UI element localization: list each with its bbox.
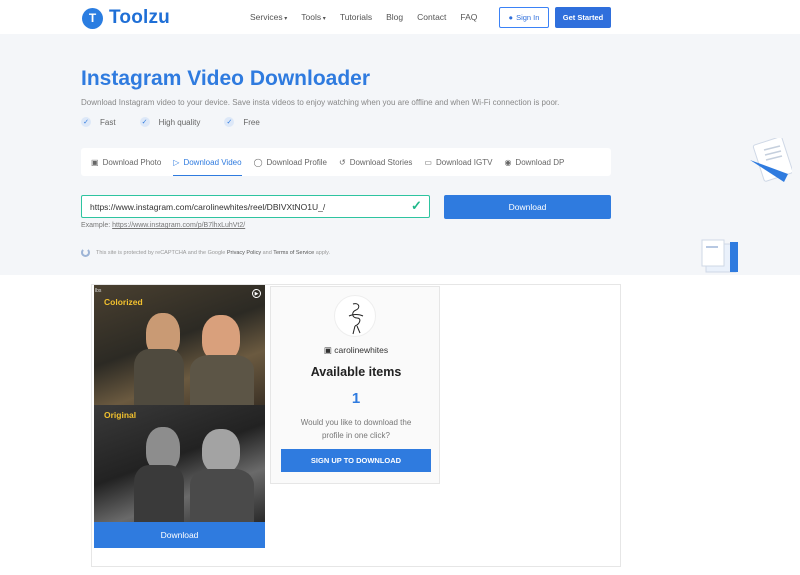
main-nav: Services Tools Tutorials Blog Contact FA…	[250, 12, 477, 22]
site-header: T Toolzu Services Tools Tutorials Blog C…	[0, 0, 800, 34]
terms-link[interactable]: Terms of Service	[273, 250, 314, 256]
tab-download-igtv[interactable]: ▭ Download IGTV	[418, 148, 498, 176]
video-label-original: Original	[104, 410, 137, 420]
avatar[interactable]	[334, 295, 376, 337]
instagram-url-input[interactable]: https://www.instagram.com/carolinewhites…	[81, 195, 430, 218]
download-profile-question: Would you like to download the profile i…	[300, 418, 412, 440]
privacy-policy-link[interactable]: Privacy Policy	[227, 250, 261, 256]
recaptcha-icon	[81, 248, 90, 257]
valid-check-icon: ✓	[411, 198, 422, 213]
download-tabs: ▣ Download Photo ▷ Download Video ◯ Down…	[81, 148, 611, 176]
logo[interactable]: T Toolzu	[82, 7, 170, 29]
logo-mark-icon: T	[82, 7, 103, 29]
nav-contact[interactable]: Contact	[417, 12, 446, 22]
feature-label: Free	[243, 117, 260, 127]
example-prefix: Example:	[81, 222, 111, 229]
tab-label: Download DP	[515, 157, 565, 167]
video-frame-original	[94, 405, 265, 522]
tab-download-dp[interactable]: ◉ Download DP	[498, 148, 570, 176]
feature-item: ✓ High quality	[139, 117, 201, 127]
logo-text: Toolzu	[109, 7, 170, 28]
recaptcha-text-after: apply.	[315, 249, 331, 256]
folder-illustration-icon	[701, 239, 738, 273]
feature-list: ✓ Fast ✓ High quality ✓ Free	[81, 117, 260, 127]
play-icon[interactable]: ▶	[252, 289, 261, 298]
tab-download-stories[interactable]: ↺ Download Stories	[333, 148, 418, 176]
feature-item: ✓ Fast	[81, 117, 116, 127]
page-title: Instagram Video Downloader	[81, 67, 371, 90]
profile-username: ▣ carolinewhites	[271, 345, 441, 356]
recaptcha-notice: This site is protected by reCAPTCHA and …	[81, 248, 330, 257]
recaptcha-text-before: This site is protected by reCAPTCHA and …	[96, 249, 226, 256]
tab-label: Download Photo	[102, 157, 162, 167]
feature-label: High quality	[158, 117, 201, 127]
nav-services[interactable]: Services	[250, 12, 287, 22]
profile-card: ▣ carolinewhites Available items 1 Would…	[270, 286, 440, 484]
tab-download-photo[interactable]: ▣ Download Photo	[85, 148, 167, 176]
play-circle-icon: ▷	[173, 157, 180, 167]
profile-icon: ◯	[253, 157, 263, 167]
check-icon: ✓	[224, 117, 235, 127]
document-illustration-icon	[750, 138, 792, 182]
page-description: Download Instagram video to your device.…	[81, 98, 560, 107]
history-icon: ↺	[339, 157, 346, 167]
sign-up-to-download-button[interactable]: SIGN UP TO DOWNLOAD	[281, 449, 431, 472]
username-text: carolinewhites	[334, 345, 389, 355]
check-icon: ✓	[81, 117, 91, 127]
nav-tutorials[interactable]: Tutorials	[340, 12, 372, 22]
tab-label: Download IGTV	[435, 157, 493, 167]
tab-label: Download Stories	[349, 157, 413, 167]
user-icon: ●	[508, 13, 514, 22]
download-button[interactable]: Download	[444, 195, 611, 219]
body-shape	[190, 355, 254, 405]
hero-section: Instagram Video Downloader Download Inst…	[0, 34, 800, 275]
tab-label: Download Profile	[266, 157, 327, 167]
instagram-icon: ▣	[323, 345, 332, 355]
user-circle-icon: ◉	[504, 157, 512, 167]
recaptcha-text: This site is protected by reCAPTCHA and …	[96, 250, 330, 256]
feature-item: ✓ Free	[224, 117, 260, 127]
example-link[interactable]: https://www.instagram.com/p/B7lhxLuhVt2/	[112, 222, 245, 229]
get-started-button[interactable]: Get Started	[555, 7, 611, 28]
feature-label: Fast	[100, 117, 116, 127]
video-download-button[interactable]: Download	[94, 522, 265, 548]
nav-faq[interactable]: FAQ	[460, 12, 477, 22]
check-icon: ✓	[139, 117, 150, 127]
photo-icon: ▣	[91, 157, 99, 167]
recaptcha-and: and	[262, 249, 272, 256]
sign-in-button[interactable]: ● Sign In	[499, 7, 549, 28]
tv-icon: ▭	[424, 157, 432, 167]
face-shape	[202, 429, 240, 473]
body-shape	[134, 465, 184, 522]
sign-in-label: Sign In	[516, 13, 540, 22]
video-preview[interactable]: lbs ▶ Colorized Original	[94, 285, 265, 522]
tab-download-video[interactable]: ▷ Download Video	[167, 148, 247, 176]
tab-download-profile[interactable]: ◯ Download Profile	[248, 148, 333, 176]
body-shape	[134, 349, 184, 405]
signature-avatar-icon	[348, 303, 364, 335]
tab-label: Download Video	[183, 157, 242, 167]
nav-blog[interactable]: Blog	[386, 12, 403, 22]
available-items-heading: Available items	[310, 365, 402, 379]
body-shape	[190, 469, 254, 522]
nav-tools[interactable]: Tools	[301, 12, 326, 22]
example-hint: Example: https://www.instagram.com/p/B7l…	[81, 222, 245, 229]
video-tag: lbs	[95, 288, 102, 294]
video-label-colorized: Colorized	[104, 297, 143, 307]
available-items-count: 1	[351, 390, 361, 407]
